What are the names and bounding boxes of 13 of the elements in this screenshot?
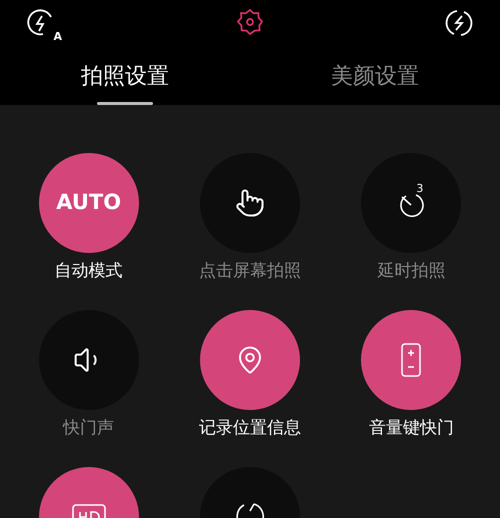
- tab[interactable]: 拍照设置: [0, 40, 250, 105]
- auto-mode-text: AUTO: [56, 189, 122, 216]
- option-label: 自动模式: [54, 260, 123, 283]
- option-toggle[interactable]: AUTO: [38, 153, 139, 253]
- tab[interactable]: 美颜设置: [250, 40, 500, 105]
- volume-key-icon: [401, 343, 422, 377]
- option-label: 快门声: [63, 417, 114, 440]
- option-label: 延时拍照: [377, 260, 446, 283]
- option-label: 记录位置信息: [198, 417, 301, 440]
- option-toggle[interactable]: 3: [361, 153, 462, 253]
- option-label: 音量键快门: [368, 417, 454, 440]
- option-label: 点击屏幕拍照: [198, 260, 301, 283]
- tap-hand-icon: [234, 188, 265, 218]
